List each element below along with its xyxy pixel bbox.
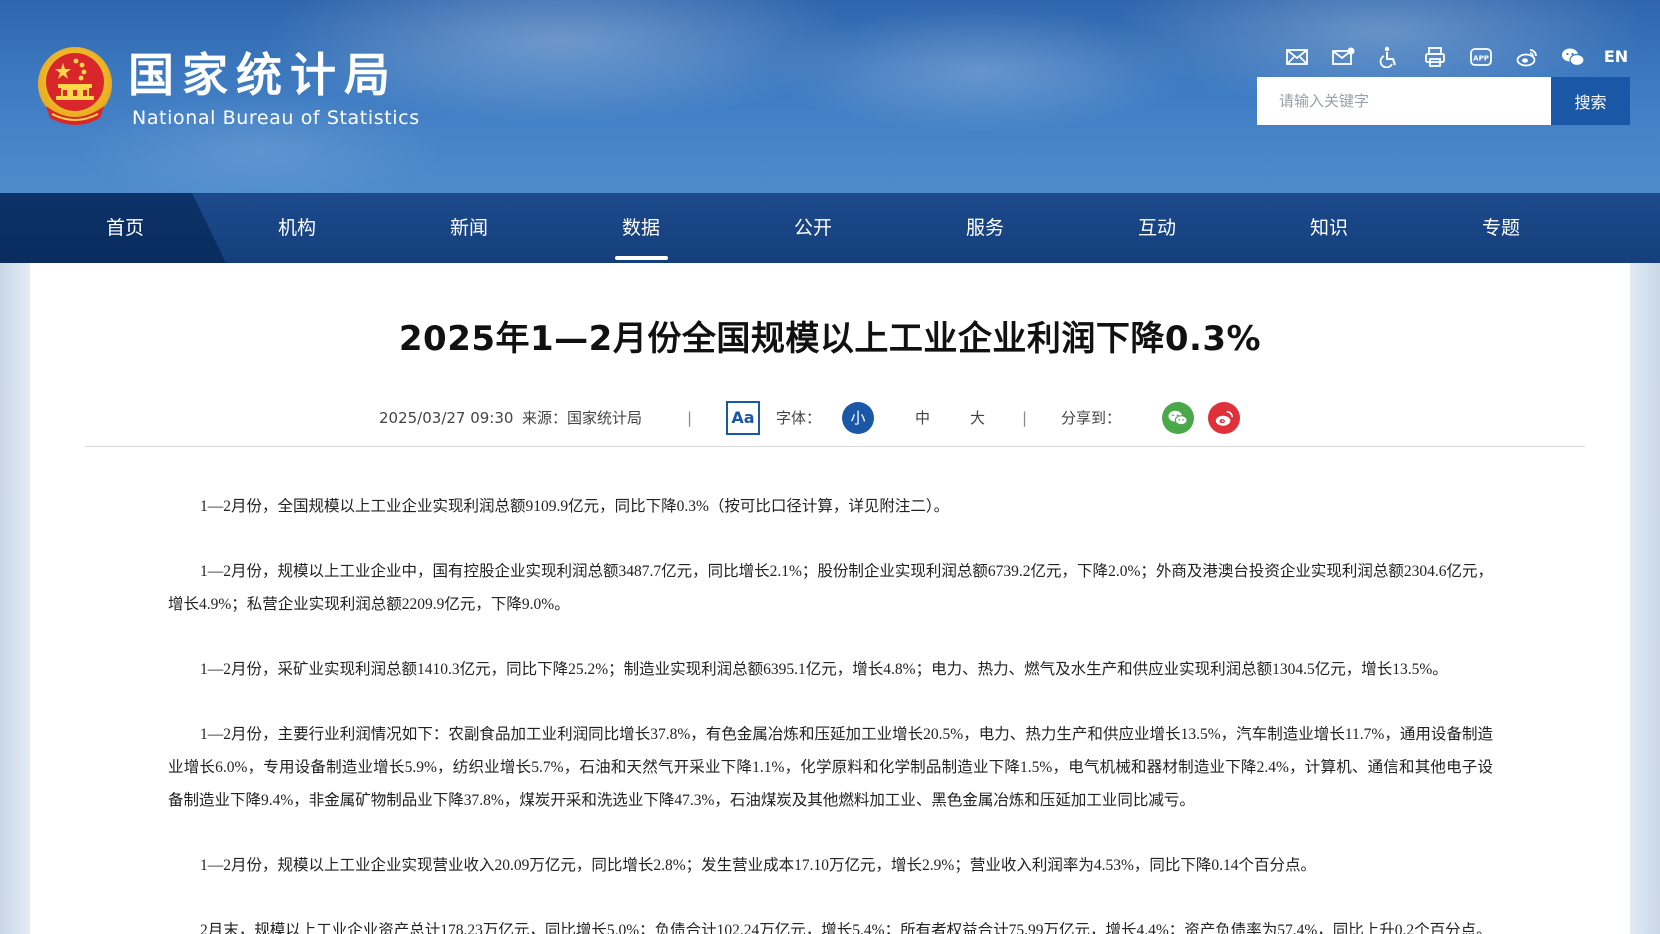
nav-item-organization[interactable]: 机构 — [237, 193, 357, 263]
meta-divider — [85, 446, 1585, 447]
print-icon[interactable] — [1412, 44, 1458, 70]
nav-item-home[interactable]: 首页 — [65, 193, 185, 263]
search-input[interactable] — [1257, 77, 1551, 125]
site-title-cn[interactable]: 国家统计局 — [128, 48, 398, 102]
article-paragraph: 1—2月份，采矿业实现利润总额1410.3亿元，同比下降25.2%；制造业实现利… — [200, 661, 1448, 678]
article-paragraph: 1—2月份，规模以上工业企业实现营业收入20.09万亿元，同比增长2.8%；发生… — [200, 857, 1316, 874]
article-paragraph: 1—2月份，全国规模以上工业企业实现利润总额9109.9亿元，同比下降0.3%（… — [200, 498, 950, 515]
svg-text:APP: APP — [1473, 55, 1489, 63]
wechat-icon[interactable] — [1550, 44, 1596, 70]
font-size-medium-button[interactable]: 中 — [915, 400, 930, 436]
article-paragraph: 1—2月份，规模以上工业企业中，国有控股企业实现利润总额3487.7亿元，同比增… — [168, 563, 1493, 613]
font-size-small-button[interactable]: 小 — [842, 402, 874, 434]
article-body: 1—2月份，全国规模以上工业企业实现利润总额9109.9亿元，同比下降0.3%（… — [168, 490, 1493, 934]
article-paragraph: 2月末，规模以上工业企业资产总计178.23万亿元，同比增长5.0%；负债合计1… — [200, 922, 1492, 934]
article-meta: 2025/03/27 09:30 来源：国家统计局 | Aa 字体： 小 中 大… — [30, 400, 1630, 436]
article-paragraph: 1—2月份，主要行业利润情况如下：农副食品加工业利润同比增长37.8%，有色金属… — [168, 726, 1493, 809]
nav-item-knowledge[interactable]: 知识 — [1269, 193, 1389, 263]
publish-datetime: 2025/03/27 09:30 — [379, 409, 514, 427]
nav-item-interaction[interactable]: 互动 — [1097, 193, 1217, 263]
nav-item-topics[interactable]: 专题 — [1441, 193, 1561, 263]
nav-item-service[interactable]: 服务 — [925, 193, 1045, 263]
nav-item-data[interactable]: 数据 — [581, 193, 701, 263]
search-button[interactable]: 搜索 — [1551, 77, 1630, 125]
mail-icon[interactable] — [1274, 44, 1320, 70]
nav-item-public[interactable]: 公开 — [753, 193, 873, 263]
header-toolbar: APP EN — [1274, 44, 1636, 70]
font-size-icon: Aa — [726, 401, 760, 435]
share-wechat-icon[interactable] — [1162, 402, 1194, 434]
article-title: 2025年1—2月份全国规模以上工业企业利润下降0.3% — [398, 319, 1262, 359]
main-nav: 首页 机构 新闻 数据 公开 服务 互动 知识 专题 — [0, 193, 1660, 263]
nav-item-news[interactable]: 新闻 — [409, 193, 529, 263]
mail-subscribe-icon[interactable] — [1320, 44, 1366, 70]
font-size-label: 字体： — [776, 409, 822, 427]
font-size-large-button[interactable]: 大 — [970, 400, 985, 436]
language-switch-en[interactable]: EN — [1596, 44, 1636, 70]
share-weibo-icon[interactable] — [1208, 402, 1240, 434]
meta-separator: | — [1022, 409, 1028, 427]
meta-separator: | — [687, 409, 693, 427]
article-source: 来源：国家统计局 — [522, 409, 643, 427]
app-icon[interactable]: APP — [1458, 44, 1504, 70]
accessibility-icon[interactable] — [1366, 44, 1412, 70]
article-container: 2025年1—2月份全国规模以上工业企业利润下降0.3% 2025/03/27 … — [30, 263, 1630, 934]
share-label: 分享到： — [1061, 409, 1122, 427]
nav-active-indicator — [615, 256, 668, 260]
site-header: 国家统计局 National Bureau of Statistics APP … — [0, 0, 1660, 193]
national-emblem-icon[interactable] — [36, 44, 114, 128]
search-bar: 搜索 — [1257, 77, 1630, 125]
weibo-icon[interactable] — [1504, 44, 1550, 70]
site-title-en[interactable]: National Bureau of Statistics — [132, 106, 420, 130]
